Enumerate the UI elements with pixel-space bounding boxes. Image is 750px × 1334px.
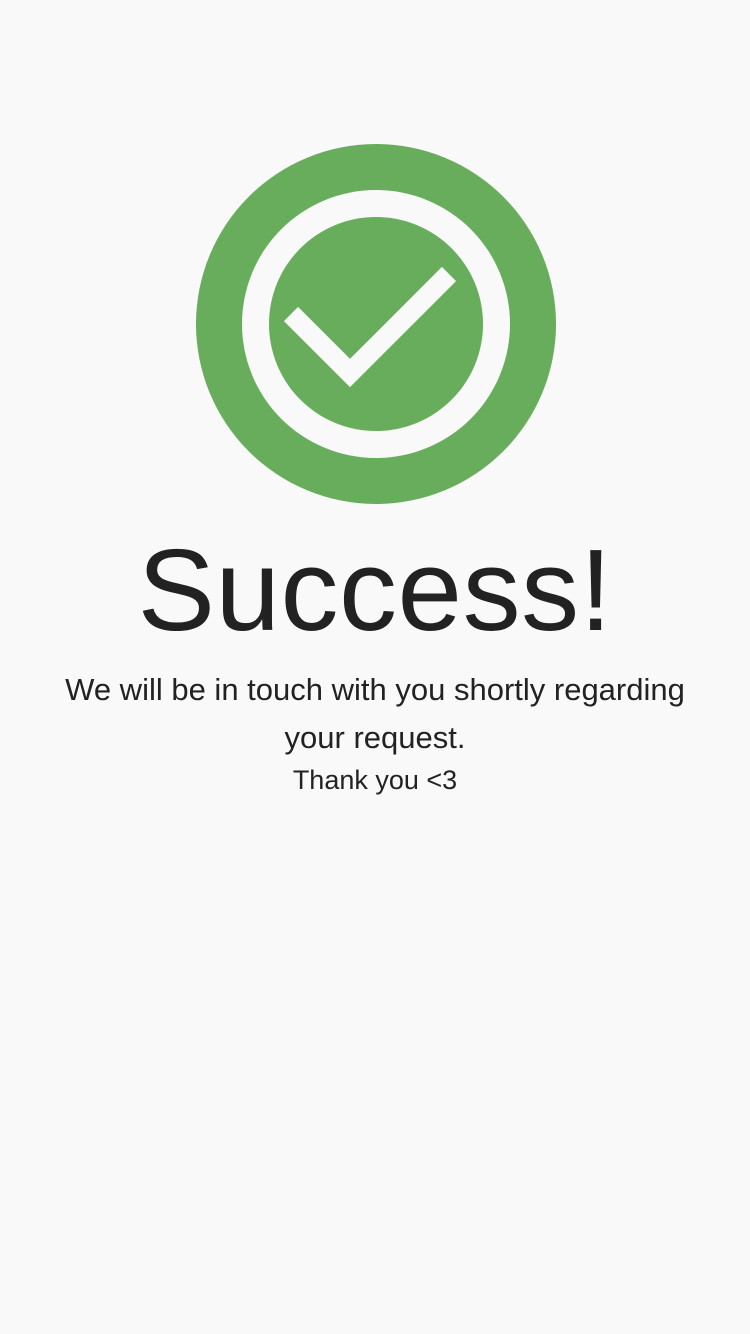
success-title: Success! bbox=[137, 525, 613, 655]
checkmark-circle-icon bbox=[196, 144, 556, 504]
success-message: We will be in touch with you shortly reg… bbox=[65, 672, 685, 755]
success-screen: Success! We will be in touch with you sh… bbox=[0, 0, 750, 1334]
thank-you-text: Thank you <3 bbox=[292, 765, 458, 795]
